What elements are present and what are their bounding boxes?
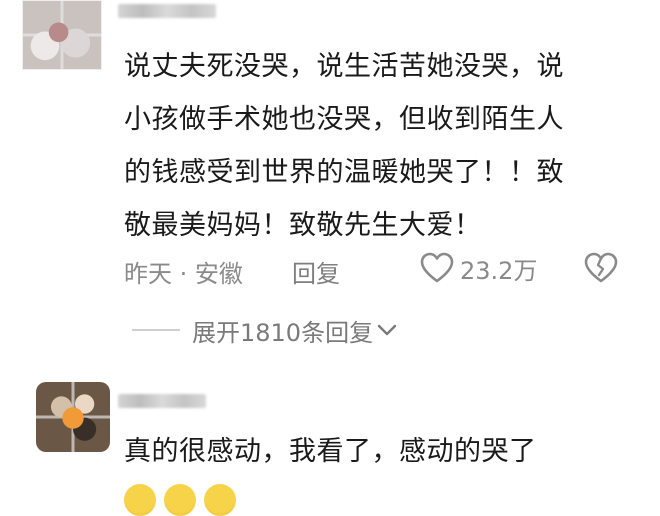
username-blurred[interactable]: [118, 4, 216, 18]
expand-replies-label: 展开1810条回复: [192, 318, 374, 347]
comment-line: 说丈夫死没哭，说生活苦她没哭，说: [124, 51, 564, 82]
comment-text: 真的很感动，我看了，感动的哭了: [124, 436, 537, 467]
emoji-row: [124, 484, 236, 516]
comment-line: 敬最美妈妈！致敬先生大爱！: [124, 210, 482, 241]
emoji-icon: [164, 484, 196, 516]
username-blurred[interactable]: [118, 394, 206, 408]
comment-line: 的钱感受到世界的温暖她哭了！！致: [124, 157, 564, 188]
divider-line: [132, 329, 180, 331]
emoji-icon: [204, 484, 236, 516]
comment-text: 说丈夫死没哭，说生活苦她没哭，说 小孩做手术她也没哭，但收到陌生人 的钱感受到世…: [124, 40, 644, 252]
like-count: 23.2万: [460, 256, 538, 285]
expand-replies[interactable]: 展开1810条回复: [132, 312, 397, 348]
heart-outline-icon: [420, 252, 454, 283]
dislike-button[interactable]: [584, 252, 618, 290]
reply-button[interactable]: 回复: [292, 254, 340, 289]
time-location: 昨天 · 安徽: [124, 260, 243, 288]
emoji-icon: [124, 484, 156, 516]
comment-meta-row: 昨天 · 安徽 回复 23.2万: [124, 250, 644, 290]
like-button[interactable]: 23.2万: [420, 250, 537, 286]
avatar[interactable]: [22, 0, 102, 70]
avatar[interactable]: [36, 382, 110, 452]
chevron-down-icon: [377, 324, 397, 336]
broken-heart-icon: [584, 252, 618, 283]
comment-line: 小孩做手术她也没哭，但收到陌生人: [124, 104, 564, 135]
